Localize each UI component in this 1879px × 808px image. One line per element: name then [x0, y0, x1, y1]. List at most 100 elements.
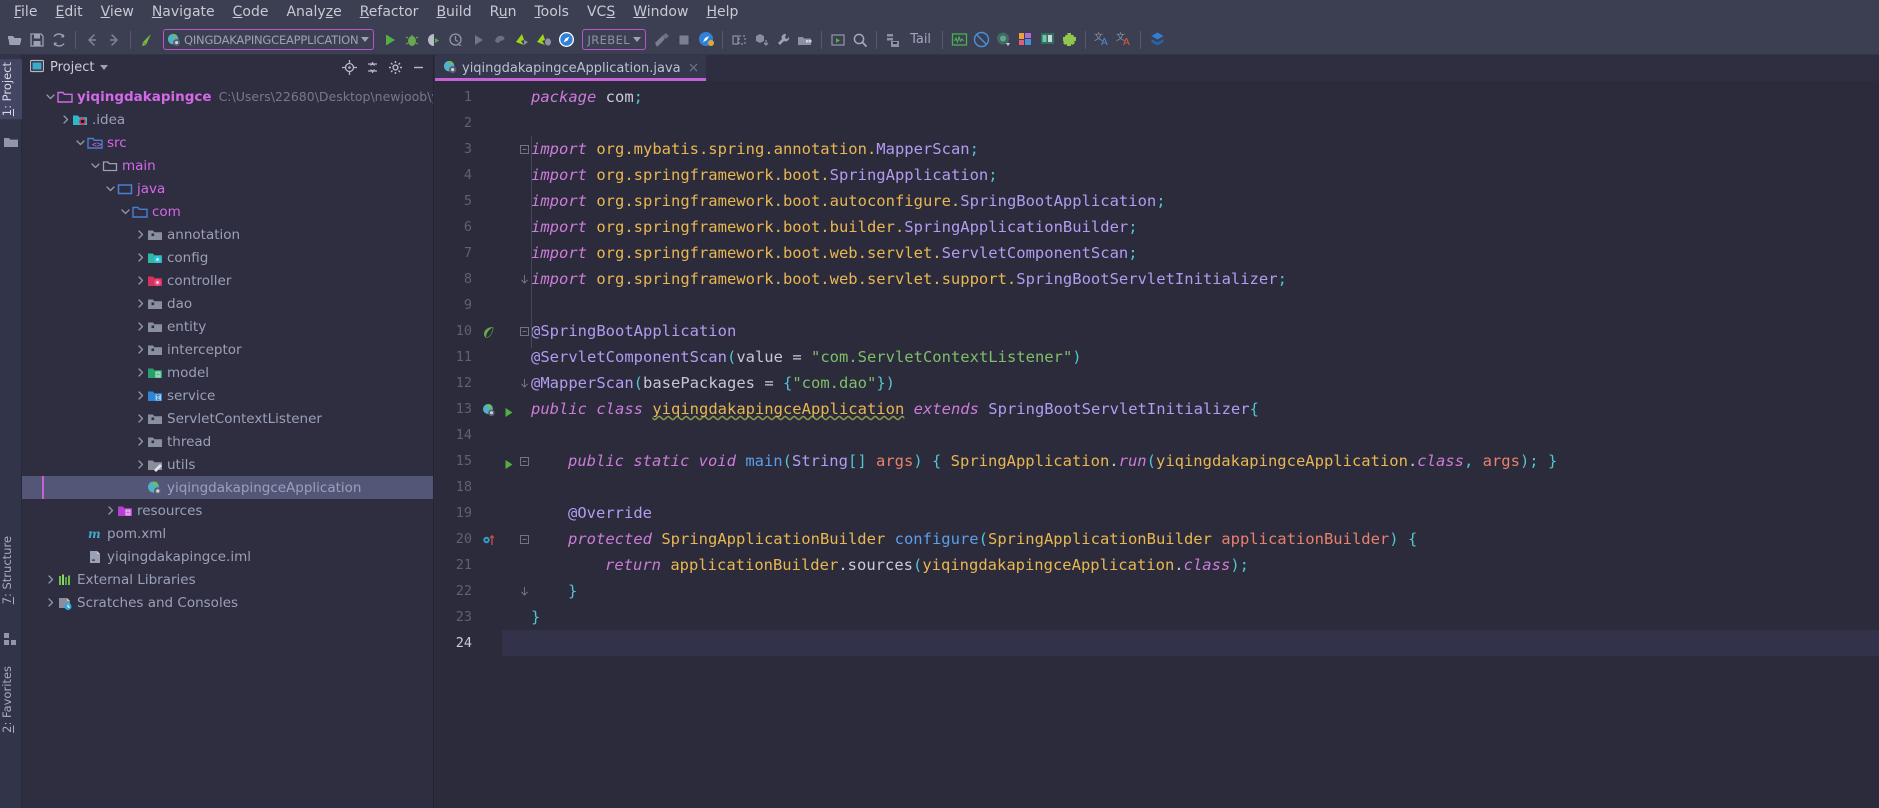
translate-red-icon[interactable]: 文A [1113, 28, 1135, 52]
hide-panel-icon[interactable] [410, 59, 427, 76]
chevron-down-icon[interactable] [633, 37, 642, 42]
chevron-down-icon[interactable] [361, 37, 370, 42]
tree-item-config[interactable]: config [22, 246, 433, 269]
run-gutter-icon[interactable] [502, 448, 518, 474]
chevron-right-icon[interactable] [134, 223, 147, 246]
rebel-green-icon[interactable] [511, 28, 533, 52]
project-structure-icon[interactable] [794, 28, 816, 52]
override-icon[interactable] [480, 526, 502, 552]
menu-item-edit[interactable]: Edit [47, 2, 90, 23]
code-line[interactable]: 6 import org.springframework.boot.builder… [435, 214, 1879, 240]
tree-item-external-libraries[interactable]: External Libraries [22, 568, 433, 591]
layout-grid-icon[interactable] [1014, 28, 1036, 52]
code-line[interactable]: 18 [435, 474, 1879, 500]
chevron-right-icon[interactable] [44, 591, 57, 614]
run-console-icon[interactable] [827, 28, 849, 52]
tree-item-src[interactable]: <> src [22, 131, 433, 154]
close-icon[interactable]: × [686, 61, 700, 75]
tree-item-pom-xml[interactable]: m pom.xml [22, 522, 433, 545]
menu-item-run[interactable]: Run [482, 2, 525, 23]
open-folder-icon[interactable] [4, 28, 26, 52]
spring-leaf-icon[interactable] [480, 318, 502, 344]
stop-dark-icon[interactable] [489, 28, 511, 52]
tree-item-model[interactable]: model [22, 361, 433, 384]
code-line[interactable]: 21 return applicationBuilder.sources(yiqi… [435, 552, 1879, 578]
sync-refresh-icon[interactable] [48, 28, 70, 52]
tree-item-yiqingdakapingce[interactable]: yiqingdakapingce C:\Users\22680\Desktop\n… [22, 85, 433, 108]
chevron-right-icon[interactable] [134, 430, 147, 453]
tree-item-dao[interactable]: dao [22, 292, 433, 315]
sidebar-item-structure[interactable]: 7: Structure [0, 533, 22, 607]
fold-toggle-icon[interactable] [518, 318, 531, 344]
profile-icon[interactable] [445, 28, 467, 52]
chevron-right-icon[interactable] [134, 453, 147, 476]
menu-item-refactor[interactable]: Refactor [352, 2, 427, 23]
chevron-down-icon[interactable] [74, 131, 87, 154]
sidebar-item-favorites[interactable]: 2: Favorites [0, 663, 22, 736]
run-alt-icon[interactable] [467, 28, 489, 52]
code-line[interactable]: 23} [435, 604, 1879, 630]
run-gutter-icon[interactable] [502, 396, 518, 422]
locate-target-icon[interactable] [341, 59, 358, 76]
code-line[interactable]: 4 import org.springframework.boot.SpringA… [435, 162, 1879, 188]
tree-item-servletcontextlistener[interactable]: ServletContextListener [22, 407, 433, 430]
tree-item-main[interactable]: main [22, 154, 433, 177]
tree-item--idea[interactable]: .idea [22, 108, 433, 131]
code-line[interactable]: 22} [435, 578, 1879, 604]
tree-item-controller[interactable]: controller [22, 269, 433, 292]
menu-item-analyze[interactable]: Analyze [278, 2, 349, 23]
fold-toggle-icon[interactable] [518, 578, 531, 604]
chevron-down-icon[interactable] [104, 177, 117, 200]
run-configuration-selector[interactable]: QINGDAKAPINGCEAPPLICATION [163, 29, 375, 50]
code-line[interactable]: 2 [435, 110, 1879, 136]
fold-toggle-icon[interactable] [518, 136, 531, 162]
code-line[interactable]: 7 import org.springframework.boot.web.ser… [435, 240, 1879, 266]
tree-item-com[interactable]: com [22, 200, 433, 223]
back-arrow-icon[interactable] [81, 28, 103, 52]
forward-arrow-icon[interactable] [103, 28, 125, 52]
fold-toggle-icon[interactable] [518, 526, 531, 552]
undo-arrow-icon[interactable] [136, 28, 158, 52]
chevron-down-icon[interactable] [89, 154, 102, 177]
update-project-icon[interactable] [750, 28, 772, 52]
code-line[interactable]: 15 public static void main(String[] args)… [435, 448, 1879, 474]
menu-item-file[interactable]: File [6, 2, 45, 23]
code-line[interactable]: 8 import org.springframework.boot.web.ser… [435, 266, 1879, 292]
restore-layout-icon[interactable] [728, 28, 750, 52]
database-icon[interactable] [1146, 28, 1168, 52]
tail-label[interactable]: Tail [904, 32, 937, 47]
code-line[interactable]: 10 @SpringBootApplication [435, 318, 1879, 344]
menu-item-navigate[interactable]: Navigate [144, 2, 223, 23]
code-line[interactable]: 11 @ServletComponentScan(value = "com.Ser… [435, 344, 1879, 370]
sidebar-item-project[interactable]: 1: Project [0, 59, 22, 120]
project-tree[interactable]: yiqingdakapingce C:\Users\22680\Desktop\n… [22, 81, 433, 808]
tree-item-utils[interactable]: utils [22, 453, 433, 476]
project-files-icon[interactable] [4, 133, 18, 147]
circle-dot-icon[interactable] [992, 28, 1014, 52]
structure-icon[interactable] [4, 630, 18, 645]
code-line[interactable]: 1 package com; [435, 84, 1879, 110]
tree-item-entity[interactable]: entity [22, 315, 433, 338]
chevron-right-icon[interactable] [134, 384, 147, 407]
chevron-right-icon[interactable] [134, 338, 147, 361]
tree-item-scratches-and-consoles[interactable]: Scratches and Consoles [22, 591, 433, 614]
menu-item-view[interactable]: View [93, 2, 142, 23]
menu-item-build[interactable]: Build [428, 2, 479, 23]
code-line[interactable]: 12 @MapperScan(basePackages = {"com.dao"}… [435, 370, 1879, 396]
save-all-icon[interactable] [26, 28, 48, 52]
compass-icon[interactable] [555, 28, 577, 52]
collapse-all-icon[interactable] [364, 59, 381, 76]
jrebel-selector[interactable]: JREBEL [582, 29, 647, 50]
tree-item-service[interactable]: Σservice [22, 384, 433, 407]
chevron-right-icon[interactable] [134, 292, 147, 315]
translate-blue-icon[interactable]: 文A [1091, 28, 1113, 52]
fold-toggle-icon[interactable] [518, 370, 531, 396]
code-line[interactable]: 19 @Override [435, 500, 1879, 526]
chevron-right-icon[interactable] [134, 246, 147, 269]
chevron-right-icon[interactable] [104, 499, 117, 522]
chevron-down-icon[interactable] [119, 200, 132, 223]
fold-toggle-icon[interactable] [518, 266, 531, 292]
menu-item-code[interactable]: Code [225, 2, 277, 23]
settings-wrench-icon[interactable] [772, 28, 794, 52]
tree-item-java[interactable]: java [22, 177, 433, 200]
